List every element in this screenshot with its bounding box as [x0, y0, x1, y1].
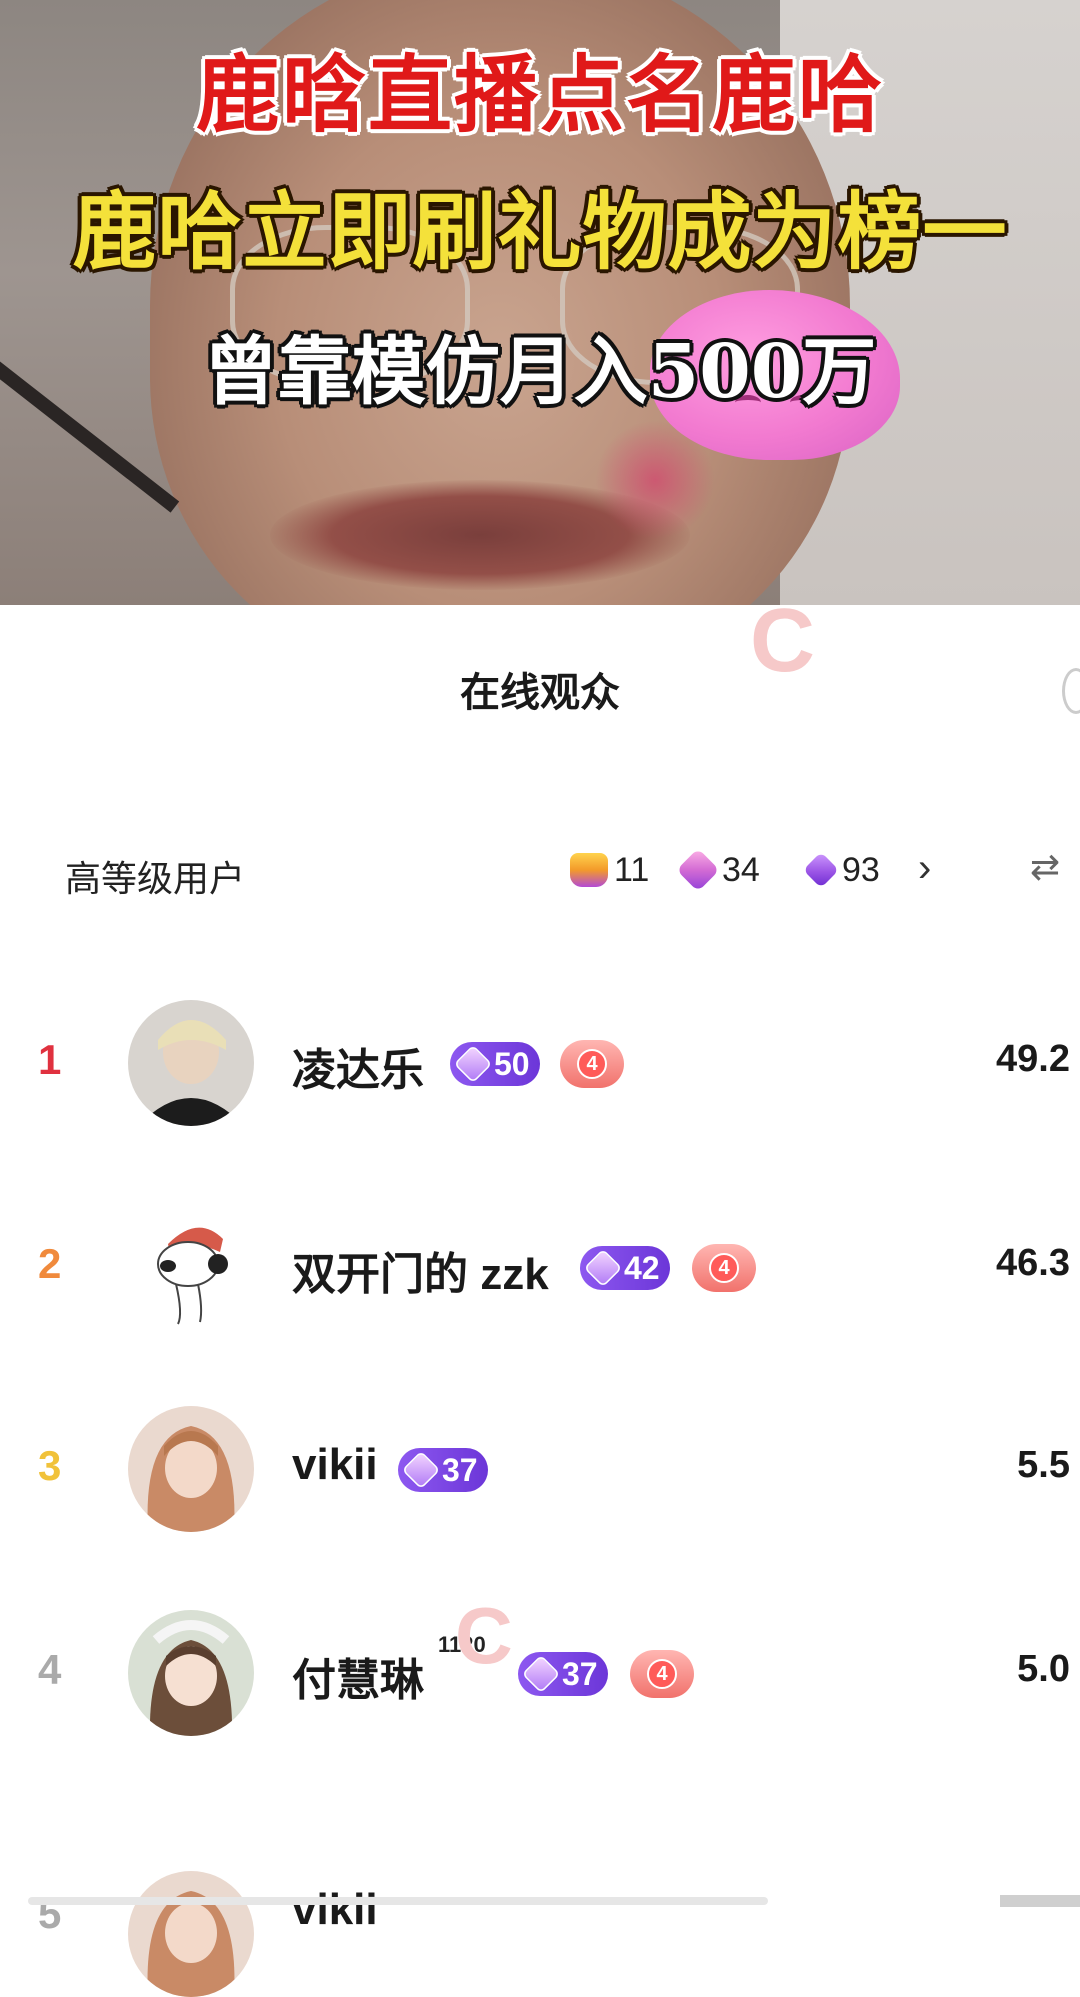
stat-pink-hex: 34 — [676, 844, 760, 896]
fan-club-badge: 4 — [692, 1244, 756, 1292]
purple-hexagon-badge-icon — [802, 851, 840, 889]
live-video-frame[interactable]: 鹿晗直播点名鹿哈 鹿哈立即刷礼物成为榜一 曾靠模仿月入500万 — [0, 0, 1080, 605]
contribution-score: 46.3 — [996, 1242, 1070, 1284]
high-level-users-header[interactable]: 高等级用户 11 34 93 › ⇄ — [0, 840, 1080, 900]
pink-hexagon-badge-icon — [676, 848, 720, 892]
chevron-right-icon[interactable]: › — [918, 846, 931, 891]
level-hexagon-icon — [453, 1044, 493, 1084]
caption-line-1: 鹿晗直播点名鹿哈 — [195, 45, 884, 144]
crown-badge-icon — [570, 853, 608, 887]
avatar[interactable] — [128, 1204, 254, 1330]
bottom-edge-bar — [1000, 1895, 1080, 1907]
stat-crown: 11 — [570, 844, 649, 896]
contribution-score: 5.5 — [1017, 1444, 1070, 1486]
username: 付慧琳 — [292, 1656, 424, 1705]
swap-icon[interactable]: ⇄ — [1030, 846, 1060, 888]
level-value: 37 — [562, 1655, 598, 1692]
fan-level: 4 — [647, 1659, 677, 1689]
avatar[interactable] — [128, 1406, 254, 1532]
list-item[interactable]: 5 vikii — [0, 1815, 1080, 1997]
fan-club-badge: 4 — [630, 1650, 694, 1698]
avatar[interactable] — [128, 1871, 254, 1997]
stat-value: 11 — [614, 850, 650, 889]
avatar[interactable] — [128, 1000, 254, 1126]
rank-number: 3 — [38, 1442, 62, 1489]
caption-line-2: 鹿哈立即刷礼物成为榜一 — [72, 182, 1008, 281]
level-hexagon-icon — [401, 1450, 441, 1490]
fan-level: 4 — [577, 1049, 607, 1079]
stat-purple-hex: 93 — [802, 844, 880, 896]
stat-value: 34 — [722, 850, 760, 889]
level-badge: 42 — [580, 1246, 670, 1290]
list-item[interactable]: 1 凌达乐 50 4 49.2 — [0, 1000, 1080, 1130]
list-item[interactable]: 3 vikii 37 5.5 — [0, 1406, 1080, 1536]
username: 凌达乐 — [292, 1046, 424, 1095]
level-value: 37 — [442, 1451, 478, 1488]
level-hexagon-icon — [521, 1654, 561, 1694]
rank-number: 4 — [38, 1646, 62, 1693]
list-item[interactable]: 2 双开门的 zzk 42 4 46.3 — [0, 1204, 1080, 1334]
level-value: 50 — [494, 1045, 530, 1082]
level-badge: 37 — [518, 1652, 608, 1696]
username: vikii — [292, 1885, 378, 1934]
fan-club-badge: 4 — [560, 1040, 624, 1088]
panel-title: 在线观众 — [460, 671, 620, 715]
level-value: 42 — [624, 1249, 660, 1286]
caption-line-3: 曾靠模仿月入500万 — [203, 329, 877, 415]
section-label: 高等级用户 — [65, 858, 246, 899]
level-badge: 50 — [450, 1042, 540, 1086]
contribution-score: 5.0 — [1017, 1648, 1070, 1690]
username: vikii — [292, 1440, 378, 1489]
fan-level: 4 — [709, 1253, 739, 1283]
list-item[interactable]: 4 付慧琳 1120 37 4 5.0 — [0, 1610, 1080, 1740]
watermark-logo: C — [455, 1591, 513, 1680]
contribution-score: 49.2 — [996, 1038, 1070, 1080]
level-badge: 37 — [398, 1448, 488, 1492]
scrollbar[interactable] — [28, 1897, 768, 1905]
rank-number: 1 — [38, 1036, 62, 1083]
rank-number: 2 — [38, 1240, 62, 1287]
level-hexagon-icon — [583, 1248, 623, 1288]
avatar[interactable] — [128, 1610, 254, 1736]
username: 双开门的 zzk — [292, 1250, 549, 1299]
stat-value: 93 — [842, 850, 880, 889]
